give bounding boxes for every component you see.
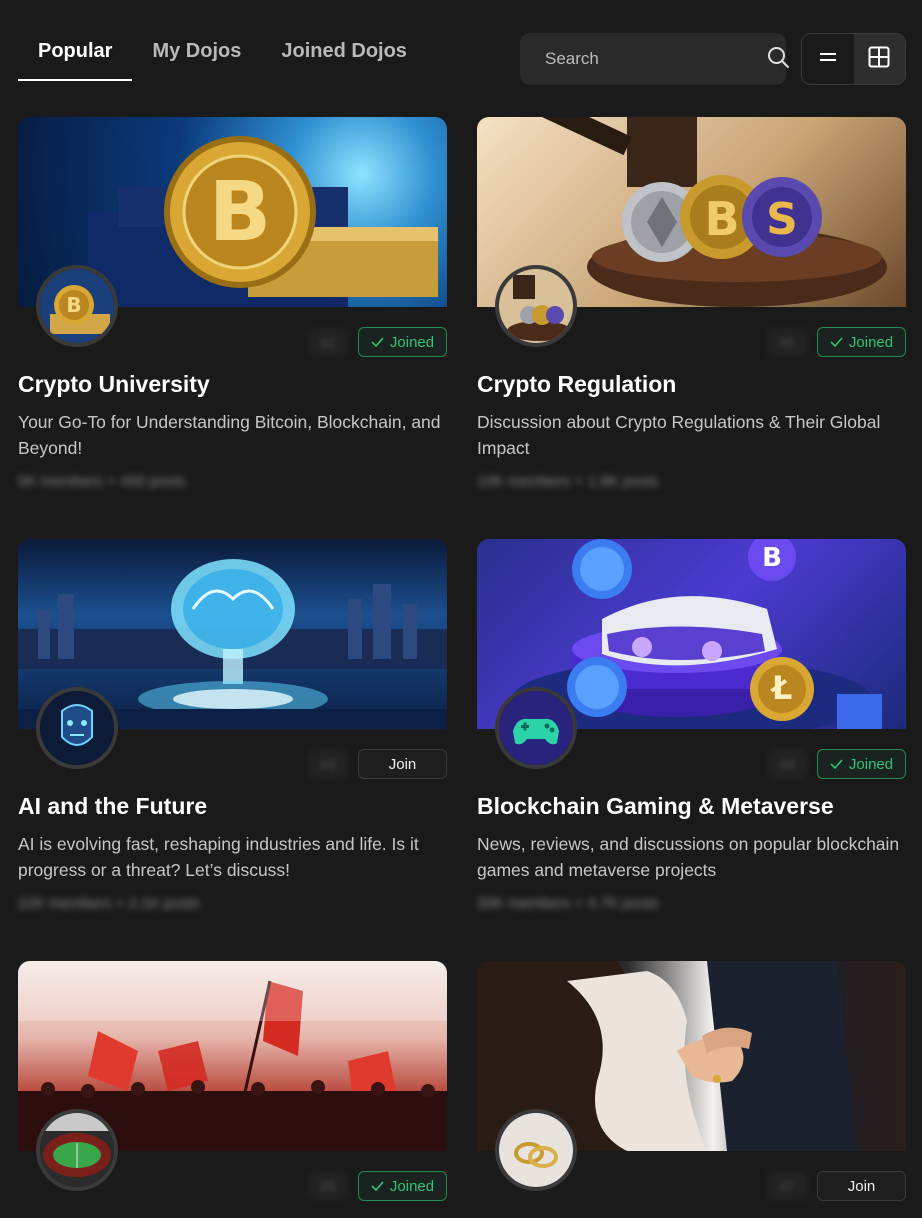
join-label: Join xyxy=(388,755,417,773)
avatar: B xyxy=(36,265,118,347)
rank-badge: #5 xyxy=(308,1171,348,1201)
posts-count: 4.7K posts xyxy=(587,895,659,912)
svg-text:Ł: Ł xyxy=(770,669,793,707)
tab-joined-dojos[interactable]: Joined Dojos xyxy=(261,40,427,81)
top-bar: Popular My Dojos Joined Dojos xyxy=(0,0,922,100)
members-count: 5K members xyxy=(18,473,104,490)
members-count: 22K members xyxy=(18,895,112,912)
joined-label: Joined xyxy=(848,755,894,773)
avatar xyxy=(36,1109,118,1191)
search-box xyxy=(520,33,789,85)
rank-badge: #4 xyxy=(767,749,807,779)
card-title[interactable]: Crypto University xyxy=(18,371,210,398)
dojo-card[interactable]: B B #1 Joined Crypto University Your Go-… xyxy=(18,117,447,497)
card-description: Discussion about Crypto Regulations & Th… xyxy=(477,412,881,458)
view-toggle xyxy=(801,33,906,85)
grid-icon xyxy=(868,46,890,73)
avatar xyxy=(36,687,118,769)
search-input[interactable] xyxy=(545,49,766,69)
joined-button[interactable]: Joined xyxy=(358,1171,447,1201)
dojo-card[interactable]: B S #2 Joined Crypto Regulation Discussi… xyxy=(477,117,906,497)
card-stats: 10K members • 1.8K posts xyxy=(477,473,659,490)
card-title[interactable]: Crypto Regulation xyxy=(477,371,676,398)
rank-badge: #1 xyxy=(308,327,348,357)
tab-my-dojos[interactable]: My Dojos xyxy=(132,40,261,81)
posts-count: 2.1K posts xyxy=(128,895,200,912)
check-icon xyxy=(371,334,384,351)
svg-text:B: B xyxy=(762,543,782,573)
card-stats: 22K members • 2.1K posts xyxy=(18,895,200,912)
members-count: 30K members xyxy=(477,895,571,912)
rank-badge: #7 xyxy=(767,1171,807,1201)
check-icon xyxy=(371,1178,384,1195)
check-icon xyxy=(830,334,843,351)
card-description: News, reviews, and discussions on popula… xyxy=(477,834,900,880)
joined-button[interactable]: Joined xyxy=(817,749,906,779)
card-title[interactable]: AI and the Future xyxy=(18,793,207,820)
dojo-card[interactable]: #3 Join AI and the Future AI is evolving… xyxy=(18,539,447,919)
avatar xyxy=(495,687,577,769)
tab-bar: Popular My Dojos Joined Dojos xyxy=(18,40,427,81)
join-button[interactable]: Join xyxy=(358,749,447,779)
svg-text:B: B xyxy=(704,192,739,246)
dojo-card[interactable]: B Ł #4 Joined Blockchain Gaming & Metave… xyxy=(477,539,906,919)
posts-count: 450 posts xyxy=(120,473,186,490)
joined-button[interactable]: Joined xyxy=(817,327,906,357)
list-view-button[interactable] xyxy=(802,34,854,84)
joined-label: Joined xyxy=(389,1177,435,1195)
svg-text:S: S xyxy=(766,194,798,245)
avatar xyxy=(495,265,577,347)
joined-button[interactable]: Joined xyxy=(358,327,447,357)
card-description: AI is evolving fast, reshaping industrie… xyxy=(18,834,419,880)
card-stats: 5K members • 450 posts xyxy=(18,473,186,490)
join-button[interactable]: Join xyxy=(817,1171,906,1201)
search-icon[interactable] xyxy=(766,45,790,74)
rank-badge: #2 xyxy=(767,327,807,357)
dojo-card[interactable]: #5 Joined xyxy=(18,961,447,1218)
rank-badge: #3 xyxy=(308,749,348,779)
grid-view-button[interactable] xyxy=(853,34,905,84)
list-icon xyxy=(819,50,837,69)
card-description: Your Go-To for Understanding Bitcoin, Bl… xyxy=(18,412,441,458)
card-stats: 30K members • 4.7K posts xyxy=(477,895,659,912)
svg-text:B: B xyxy=(209,165,272,260)
join-label: Join xyxy=(847,1177,876,1195)
posts-count: 1.8K posts xyxy=(587,473,659,490)
dojo-card[interactable]: #7 Join xyxy=(477,961,906,1218)
card-title[interactable]: Blockchain Gaming & Metaverse xyxy=(477,793,834,820)
joined-label: Joined xyxy=(389,333,435,351)
members-count: 10K members xyxy=(477,473,571,490)
check-icon xyxy=(830,756,843,773)
avatar xyxy=(495,1109,577,1191)
joined-label: Joined xyxy=(848,333,894,351)
svg-text:B: B xyxy=(66,293,81,317)
tab-popular[interactable]: Popular xyxy=(18,40,133,81)
